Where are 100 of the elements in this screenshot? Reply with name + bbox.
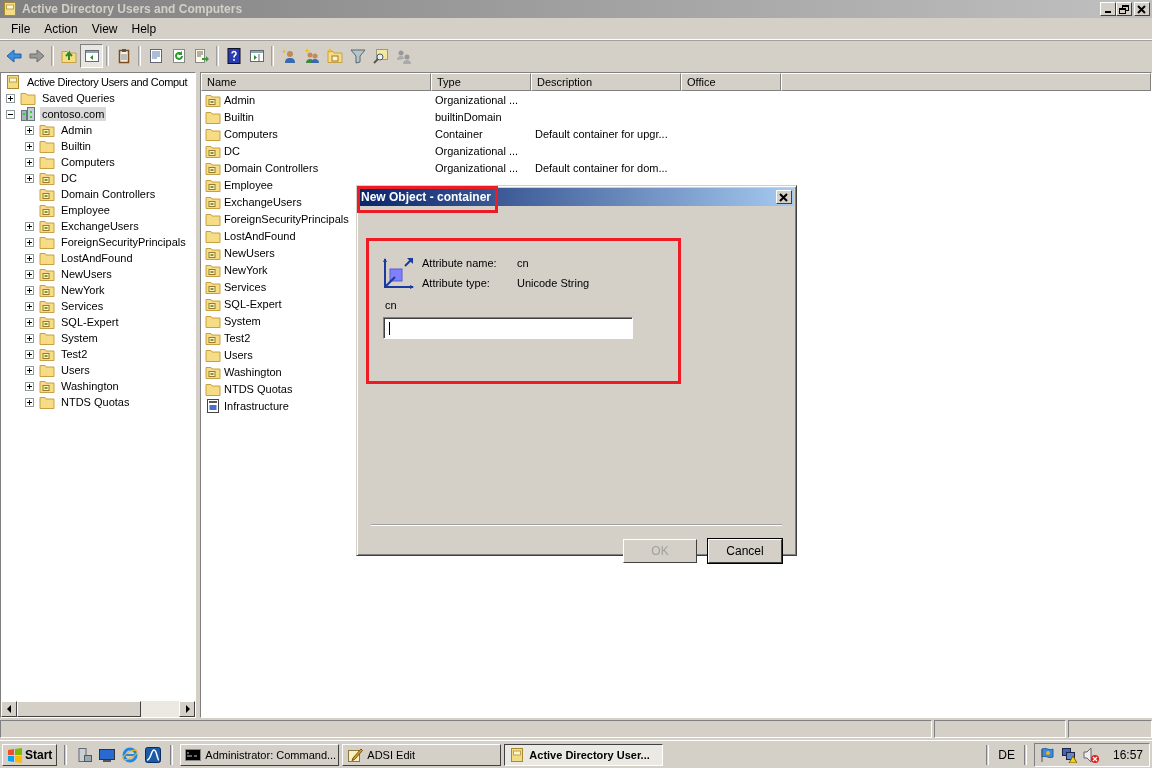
- expand-button[interactable]: [24, 141, 34, 151]
- tree-item[interactable]: NTDS Quotas: [59, 395, 132, 409]
- folder-icon: [39, 330, 55, 346]
- item-name[interactable]: Users: [224, 348, 253, 361]
- tree-item[interactable]: Saved Queries: [40, 91, 117, 105]
- tree-item[interactable]: Employee: [59, 203, 112, 217]
- tray-button[interactable]: [1060, 746, 1077, 763]
- column-header[interactable]: Description: [531, 73, 681, 91]
- expand-button[interactable]: [24, 253, 34, 263]
- close-button[interactable]: [1134, 2, 1150, 16]
- expand-button[interactable]: [24, 125, 34, 135]
- language-indicator[interactable]: DE: [996, 747, 1017, 762]
- expand-button[interactable]: [24, 269, 34, 279]
- minimize-button[interactable]: [1100, 2, 1116, 16]
- item-name[interactable]: LostAndFound: [224, 229, 296, 242]
- tree-item[interactable]: LostAndFound: [59, 251, 135, 265]
- expand-button[interactable]: [24, 173, 34, 183]
- menu-item[interactable]: Help: [124, 19, 164, 38]
- input-field[interactable]: [383, 317, 633, 339]
- item-name[interactable]: Services: [224, 280, 267, 293]
- tree-item[interactable]: Users: [59, 363, 92, 377]
- item-name[interactable]: Builtin: [224, 110, 254, 123]
- folder-icon: [39, 394, 55, 410]
- right-arrow-icon: [183, 705, 191, 713]
- expand-button[interactable]: [24, 349, 34, 359]
- item-name[interactable]: Computers: [224, 127, 278, 140]
- expand-button[interactable]: [24, 381, 34, 391]
- tree-item[interactable]: Builtin: [59, 139, 93, 153]
- clock[interactable]: 16:57: [1112, 747, 1143, 762]
- tree-item[interactable]: Services: [59, 299, 106, 313]
- snap-in-icon: [509, 746, 526, 763]
- tree-item[interactable]: Active Directory Users and Comput: [25, 75, 190, 89]
- tree-item[interactable]: Test2: [59, 347, 90, 361]
- expand-button[interactable]: [24, 365, 34, 375]
- dialog-button[interactable]: Cancel: [708, 539, 782, 563]
- scrollbar-thumb[interactable]: [17, 701, 141, 717]
- item-name[interactable]: ExchangeUsers: [224, 195, 302, 208]
- item-name[interactable]: Test2: [224, 331, 251, 344]
- window-title: Active Directory Users and Computers: [22, 2, 244, 16]
- item-name[interactable]: System: [224, 314, 261, 327]
- tree-item[interactable]: Computers: [59, 155, 117, 169]
- item-name[interactable]: NewYork: [224, 263, 268, 276]
- item-name[interactable]: Infrastructure: [224, 399, 289, 412]
- tree-item[interactable]: Washington: [59, 379, 121, 393]
- item-type: Organizational ...: [435, 144, 519, 157]
- taskbar-button[interactable]: Administrator: Command...: [180, 743, 340, 766]
- expand-button[interactable]: [24, 157, 34, 167]
- scroll-left-button[interactable]: [1, 701, 17, 717]
- toolbar-button[interactable]: [80, 43, 103, 68]
- tree-item[interactable]: Domain Controllers: [59, 187, 158, 201]
- item-name[interactable]: Employee: [224, 178, 273, 191]
- tree-item[interactable]: NewYork: [59, 283, 107, 297]
- attribute-icon: [383, 257, 415, 289]
- snap-in-icon: [5, 74, 21, 90]
- tree-item[interactable]: ForeignSecurityPrincipals: [59, 235, 188, 249]
- back-arrow-icon: [5, 47, 22, 64]
- folder-icon: [39, 202, 55, 218]
- tree-item[interactable]: Admin: [59, 123, 95, 137]
- snap-in-icon: [2, 1, 18, 17]
- collapse-button[interactable]: [5, 109, 15, 119]
- tree-item[interactable]: ExchangeUsers: [59, 219, 141, 233]
- folder-icon: [20, 90, 36, 106]
- expand-button[interactable]: [5, 93, 15, 103]
- tree-item[interactable]: System: [59, 331, 100, 345]
- menu-item[interactable]: Action: [37, 19, 85, 38]
- start-button[interactable]: Start: [2, 743, 58, 766]
- expand-button[interactable]: [24, 301, 34, 311]
- attribute-value: Unicode String: [517, 277, 590, 289]
- restore-button[interactable]: [1116, 2, 1132, 16]
- tree-item[interactable]: SQL-Expert: [59, 315, 121, 329]
- column-header[interactable]: Type: [431, 73, 531, 91]
- filter-icon: [349, 47, 366, 64]
- expand-button[interactable]: [24, 317, 34, 327]
- expand-button[interactable]: [24, 397, 34, 407]
- item-name[interactable]: Domain Controllers: [224, 161, 319, 174]
- item-name[interactable]: SQL-Expert: [224, 297, 282, 310]
- expand-button[interactable]: [24, 333, 34, 343]
- tree-item[interactable]: contoso.com: [40, 107, 107, 121]
- item-name[interactable]: ForeignSecurityPrincipals: [224, 212, 349, 225]
- expand-button[interactable]: [24, 285, 34, 295]
- item-name[interactable]: NewUsers: [224, 246, 275, 259]
- item-name[interactable]: DC: [224, 144, 240, 157]
- tray-button[interactable]: [1082, 746, 1099, 763]
- taskbar-button[interactable]: ADSI Edit: [342, 743, 502, 766]
- column-header[interactable]: Name: [201, 73, 431, 91]
- folder-icon: [39, 218, 55, 234]
- tree-item[interactable]: DC: [59, 171, 79, 185]
- expand-button[interactable]: [24, 237, 34, 247]
- column-header[interactable]: Office: [681, 73, 781, 91]
- tree-item[interactable]: NewUsers: [59, 267, 114, 281]
- close-button[interactable]: [776, 190, 792, 204]
- menu-item[interactable]: File: [4, 19, 38, 38]
- network-warning-icon: [1060, 746, 1077, 763]
- item-name[interactable]: Admin: [224, 93, 256, 106]
- scroll-right-button[interactable]: [179, 701, 195, 717]
- taskbar-button[interactable]: Active Directory User...: [504, 743, 664, 766]
- menu-item[interactable]: View: [84, 19, 125, 38]
- item-name[interactable]: NTDS Quotas: [224, 382, 293, 395]
- item-name[interactable]: Washington: [224, 365, 282, 378]
- expand-button[interactable]: [24, 221, 34, 231]
